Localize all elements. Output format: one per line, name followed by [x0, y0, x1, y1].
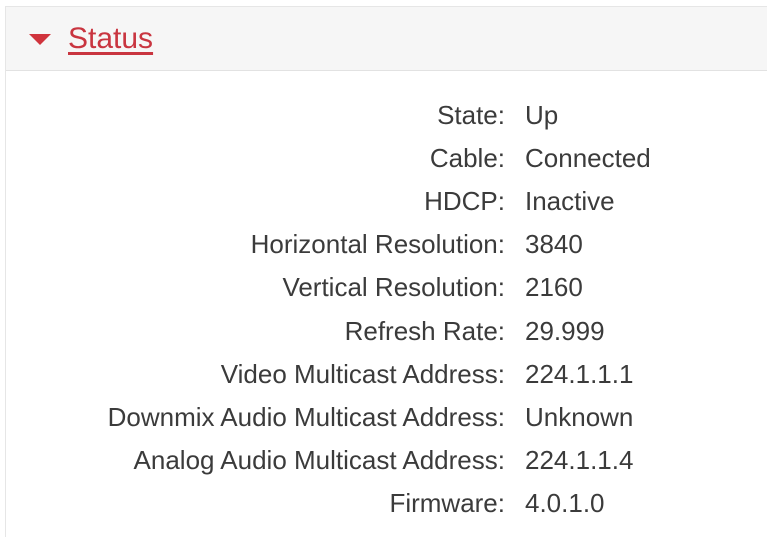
status-panel-header[interactable]: Status [6, 7, 767, 71]
analog-audio-multicast-address-value: 224.1.1.4 [525, 445, 634, 476]
status-row-analog-audio-multicast-address: Analog Audio Multicast Address: 224.1.1.… [6, 439, 767, 482]
cable-label: Cable: [429, 142, 505, 173]
video-multicast-address-value: 224.1.1.1 [525, 358, 634, 389]
status-row-cable: Cable: Connected [6, 136, 767, 179]
status-row-state: State: Up [6, 93, 767, 136]
firmware-value: 4.0.1.0 [525, 488, 605, 519]
status-row-firmware: Firmware: 4.0.1.0 [6, 482, 767, 525]
cable-value: Connected [525, 142, 651, 173]
status-row-video-multicast-address: Video Multicast Address: 224.1.1.1 [6, 352, 767, 395]
horizontal-resolution-label: Horizontal Resolution: [250, 229, 505, 260]
refresh-rate-label: Refresh Rate: [344, 315, 505, 346]
state-label: State: [437, 99, 505, 130]
status-row-refresh-rate: Refresh Rate: 29.999 [6, 309, 767, 352]
downmix-audio-multicast-address-label: Downmix Audio Multicast Address: [107, 401, 505, 432]
status-row-downmix-audio-multicast-address: Downmix Audio Multicast Address: Unknown [6, 395, 767, 438]
analog-audio-multicast-address-label: Analog Audio Multicast Address: [133, 445, 505, 476]
status-row-hdcp: HDCP: Inactive [6, 179, 767, 222]
status-list: State: Up Cable: Connected HDCP: Inactiv… [6, 93, 767, 525]
downmix-audio-multicast-address-value: Unknown [525, 401, 634, 432]
status-panel-title[interactable]: Status [68, 23, 153, 54]
video-multicast-address-label: Video Multicast Address: [220, 358, 505, 389]
status-row-vertical-resolution: Vertical Resolution: 2160 [6, 266, 767, 309]
firmware-label: Firmware: [389, 488, 505, 519]
vertical-resolution-value: 2160 [525, 272, 583, 303]
hdcp-value: Inactive [525, 185, 615, 216]
caret-down-icon[interactable] [29, 34, 51, 45]
vertical-resolution-label: Vertical Resolution: [282, 272, 505, 303]
state-value: Up [525, 99, 559, 130]
horizontal-resolution-value: 3840 [525, 229, 583, 260]
status-panel: Status State: Up Cable: Connected HDCP: … [5, 6, 767, 537]
refresh-rate-value: 29.999 [525, 315, 605, 346]
status-row-horizontal-resolution: Horizontal Resolution: 3840 [6, 223, 767, 266]
hdcp-label: HDCP: [424, 185, 505, 216]
